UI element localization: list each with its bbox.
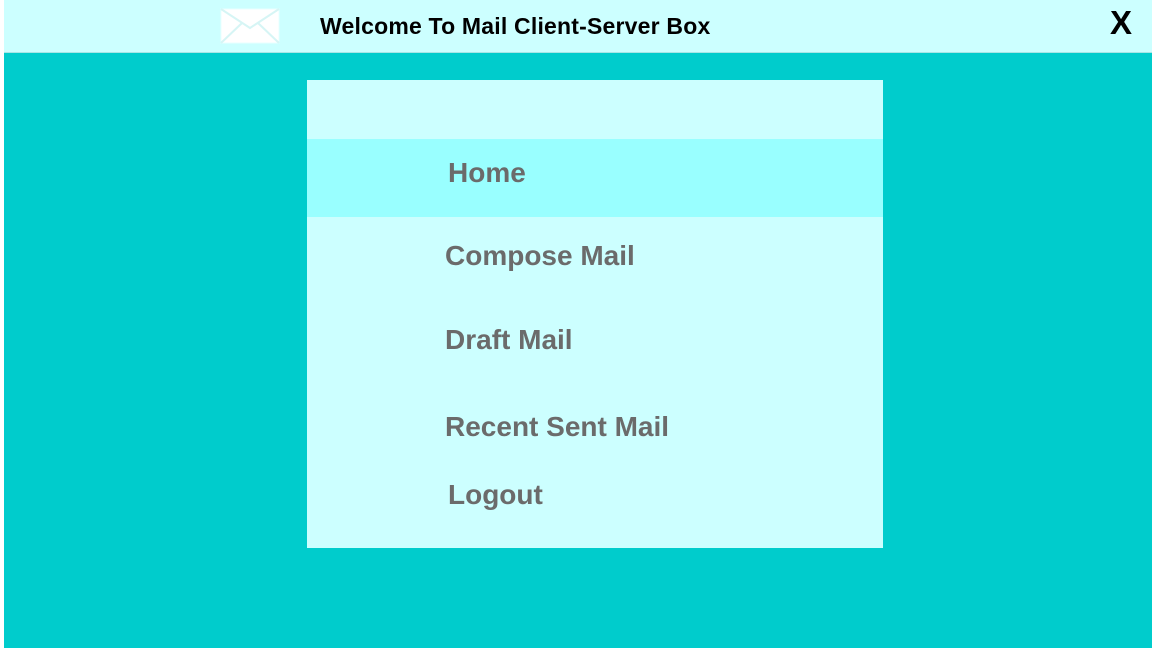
main-window: Welcome To Mail Client-Server Box X Home… [4,0,1152,648]
title-bar: Welcome To Mail Client-Server Box X [4,0,1152,53]
menu-item-home[interactable]: Home [307,139,883,217]
menu-item-label: Compose Mail [445,240,635,271]
menu-item-label: Draft Mail [445,324,573,355]
menu-item-label: Home [448,157,526,188]
menu-item-label: Recent Sent Mail [445,411,670,442]
menu-item-compose-mail[interactable]: Compose Mail [307,222,883,284]
close-button[interactable]: X [1110,3,1132,43]
window-title: Welcome To Mail Client-Server Box [320,13,711,39]
menu-item-logout[interactable]: Logout [307,463,883,525]
menu-item-label: Logout [448,479,543,510]
menu-panel: Home Compose Mail Draft Mail Recent Sent… [307,80,883,548]
menu-item-recent-sent-mail[interactable]: Recent Sent Mail [307,393,883,455]
menu-item-draft-mail[interactable]: Draft Mail [307,308,883,370]
envelope-icon [220,8,280,44]
